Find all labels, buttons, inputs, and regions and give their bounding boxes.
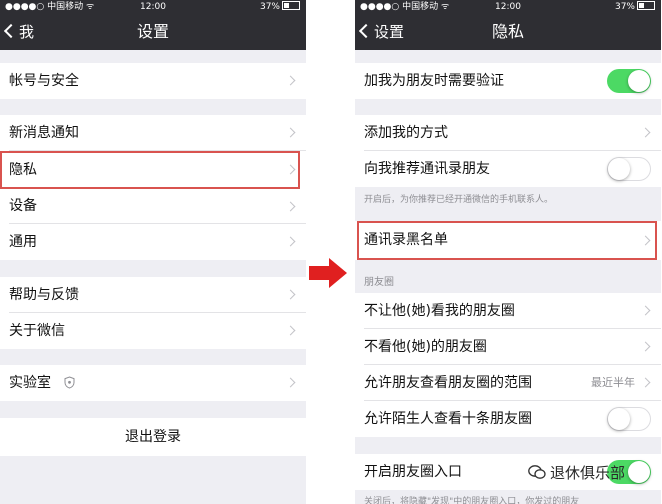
stranger-moments-row: 允许陌生人查看十条朋友圈 (355, 401, 661, 437)
toggle-knob (628, 461, 650, 483)
moments-entry-note: 关闭后，将隐藏"发现"中的朋友圈入口，你发过的朋友 (364, 497, 580, 504)
hide-moments-label: 不让他(她)看我的朋友圈 (364, 303, 515, 319)
settings-item-device[interactable]: 设备 (0, 189, 306, 224)
settings-item-label: 通用 (9, 234, 37, 250)
settings-item-label: 设备 (9, 198, 37, 214)
settings-item-help-feedback[interactable]: 帮助与反馈 (0, 277, 306, 313)
page-title: 设置 (136, 22, 169, 41)
add-methods-label: 添加我的方式 (364, 125, 448, 141)
battery-percent: 37% (614, 2, 635, 12)
recommend-note: 开启后，为你推荐已经开通微信的手机联系人。 (364, 195, 554, 205)
moments-range-row[interactable]: 允许朋友查看朋友圈的范围 最近半年 (355, 365, 661, 401)
watermark: 退休俱乐部 (528, 462, 625, 483)
recommend-contacts-toggle[interactable] (607, 157, 651, 181)
recommend-contacts-label: 向我推荐通讯录朋友 (364, 161, 490, 177)
settings-item-about[interactable]: 关于微信 (0, 313, 306, 349)
verify-friend-toggle[interactable] (607, 69, 651, 93)
chevron-right-icon (640, 127, 651, 138)
stranger-moments-label: 允许陌生人查看十条朋友圈 (364, 411, 532, 427)
moments-entry-label: 开启朋友圈入口 (364, 464, 462, 480)
battery-percent: 37% (259, 2, 280, 12)
stranger-moments-toggle[interactable] (607, 407, 651, 431)
chevron-right-icon (285, 289, 296, 300)
add-methods-row[interactable]: 添加我的方式 (355, 115, 661, 151)
settings-item-label: 新消息通知 (9, 125, 79, 141)
dont-see-moments-label: 不看他(她)的朋友圈 (364, 339, 487, 355)
logout-button[interactable]: 退出登录 (0, 418, 306, 456)
chevron-right-icon (640, 305, 651, 316)
shield-icon (64, 376, 75, 389)
moments-range-label: 允许朋友查看朋友圈的范围 (364, 375, 532, 391)
privacy-screen: ●●●●○ 中国移动 ᯤ 12:00 37% 设置 隐私 加我为朋友时需要验证 … (355, 0, 661, 504)
nav-bar: 我 设置 (0, 14, 306, 50)
moments-section-header: 朋友圈 (364, 277, 394, 288)
settings-item-lab[interactable]: 实验室 (0, 365, 306, 401)
battery-indicator: 37% (615, 0, 655, 14)
nav-bar: 设置 隐私 (355, 14, 661, 50)
chevron-right-icon (285, 325, 296, 336)
verify-friend-row: 加我为朋友时需要验证 (355, 63, 661, 99)
hide-moments-row[interactable]: 不让他(她)看我的朋友圈 (355, 293, 661, 329)
settings-screen: ●●●●○ 中国移动 ᯤ 12:00 37% 我 设置 帐号与安全 新消息通知 … (0, 0, 306, 504)
chevron-right-icon (640, 341, 651, 352)
arrow-right-icon (309, 258, 347, 288)
battery-indicator: 37% (260, 0, 300, 14)
chevron-right-icon (285, 75, 296, 86)
battery-icon (282, 1, 300, 10)
privacy-highlight-box (0, 151, 300, 189)
toggle-knob (608, 408, 630, 430)
toggle-knob (608, 158, 630, 180)
page-title: 隐私 (491, 22, 524, 41)
chevron-right-icon (640, 377, 651, 388)
chevron-right-icon (285, 236, 296, 247)
settings-item-general[interactable]: 通用 (0, 224, 306, 260)
chevron-right-icon (285, 377, 296, 388)
status-bar: ●●●●○ 中国移动 ᯤ 12:00 37% (355, 0, 661, 14)
settings-item-notifications[interactable]: 新消息通知 (0, 115, 306, 151)
settings-item-label: 关于微信 (9, 323, 65, 339)
settings-item-label: 帮助与反馈 (9, 287, 79, 303)
status-bar: ●●●●○ 中国移动 ᯤ 12:00 37% (0, 0, 306, 14)
chevron-right-icon (285, 127, 296, 138)
watermark-text: 退休俱乐部 (550, 464, 626, 482)
settings-item-label: 实验室 (9, 375, 51, 391)
blacklist-highlight-box (357, 221, 657, 260)
recommend-contacts-row: 向我推荐通讯录朋友 (355, 151, 661, 187)
moments-range-value: 最近半年 (591, 376, 635, 389)
chevron-right-icon (285, 201, 296, 212)
toggle-knob (628, 70, 650, 92)
wechat-logo-icon (528, 465, 546, 479)
verify-friend-label: 加我为朋友时需要验证 (364, 73, 504, 89)
settings-item-account-security[interactable]: 帐号与安全 (0, 63, 306, 99)
settings-item-label: 帐号与安全 (9, 73, 79, 89)
logout-label: 退出登录 (125, 429, 181, 445)
battery-icon (637, 1, 655, 10)
dont-see-moments-row[interactable]: 不看他(她)的朋友圈 (355, 329, 661, 365)
